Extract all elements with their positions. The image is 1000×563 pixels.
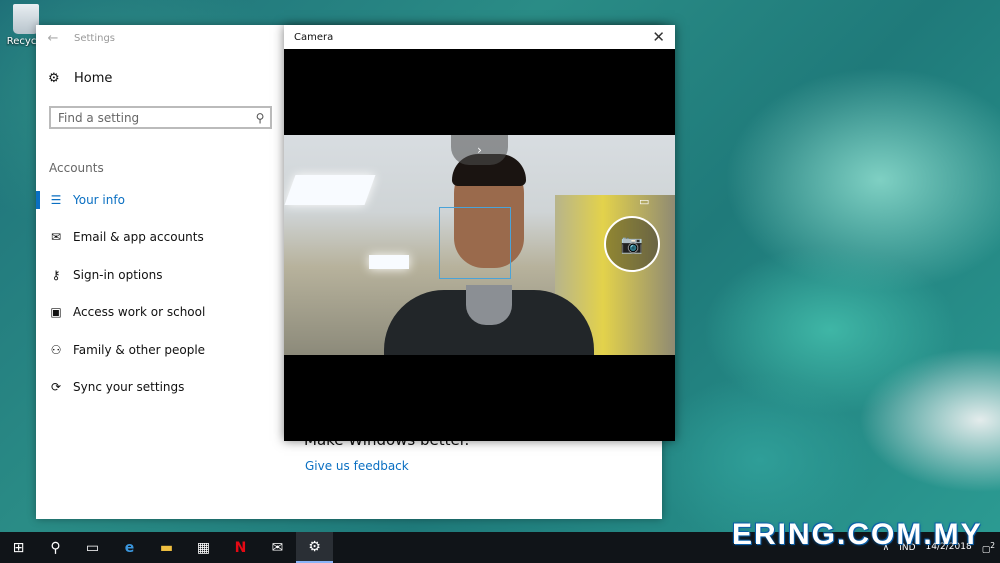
briefcase-icon: ▣ <box>50 305 62 320</box>
menu-item-label: Your info <box>73 192 125 207</box>
menu-item-sign-in-options[interactable]: ⚷ Sign-in options <box>36 256 284 294</box>
nav-home-label: Home <box>74 71 113 86</box>
accounts-menu: ☰ Your info ✉ Email & app accounts ⚷ Sig… <box>36 181 284 406</box>
menu-item-email-app-accounts[interactable]: ✉ Email & app accounts <box>36 219 284 257</box>
take-photo-button[interactable]: 📷 <box>604 216 660 272</box>
task-view-icon[interactable]: ▭ <box>74 532 111 563</box>
menu-item-access-work-school[interactable]: ▣ Access work or school <box>36 294 284 332</box>
settings-window-title: Settings <box>74 32 116 44</box>
ceiling-light <box>284 175 376 205</box>
menu-item-family-other-people[interactable]: ⚇ Family & other people <box>36 331 284 369</box>
section-label-accounts: Accounts <box>49 161 104 175</box>
menu-item-sync-settings[interactable]: ⟳ Sync your settings <box>36 369 284 407</box>
face-detection-box <box>439 207 511 279</box>
sync-icon: ⟳ <box>50 380 62 395</box>
camera-icon: 📷 <box>620 233 644 255</box>
menu-item-label: Email & app accounts <box>73 230 204 245</box>
mail-icon[interactable]: ✉ <box>259 532 296 563</box>
person-card-icon: ☰ <box>50 192 62 207</box>
search-icon[interactable]: ⚲ <box>250 111 270 125</box>
store-icon[interactable]: ▦ <box>185 532 222 563</box>
edge-icon[interactable]: e <box>111 532 148 563</box>
gear-icon: ⚙ <box>48 71 60 86</box>
person-shirt <box>466 285 512 325</box>
menu-item-label: Access work or school <box>73 305 206 320</box>
expand-chevron-icon[interactable]: › <box>451 135 508 165</box>
back-arrow-icon[interactable]: ← <box>36 31 70 46</box>
file-explorer-icon[interactable]: ▬ <box>148 532 185 563</box>
notification-count: 2 <box>990 540 995 550</box>
camera-window-title: Camera <box>294 31 334 43</box>
camera-titlebar: Camera ✕ <box>284 25 675 49</box>
give-feedback-link[interactable]: Give us feedback <box>305 459 409 473</box>
menu-item-label: Sync your settings <box>73 380 185 395</box>
key-icon: ⚷ <box>51 267 61 282</box>
search-input[interactable] <box>51 109 250 126</box>
netflix-icon[interactable]: N <box>222 532 259 563</box>
watermark-text: ERING.COM.MY <box>732 518 983 551</box>
menu-item-label: Sign-in options <box>73 267 163 282</box>
nav-home[interactable]: ⚙ Home <box>48 71 112 86</box>
menu-item-label: Family & other people <box>73 342 206 357</box>
close-icon[interactable]: ✕ <box>652 28 665 46</box>
video-mode-icon[interactable]: ▭ <box>639 195 649 208</box>
settings-icon[interactable]: ⚙ <box>296 532 333 563</box>
settings-search-box[interactable]: ⚲ <box>49 106 272 129</box>
search-icon[interactable]: ⚲ <box>37 532 74 563</box>
mail-icon: ✉ <box>50 230 62 245</box>
people-icon: ⚇ <box>50 342 62 357</box>
menu-item-your-info[interactable]: ☰ Your info <box>36 181 284 219</box>
start-icon[interactable]: ⊞ <box>0 532 37 563</box>
